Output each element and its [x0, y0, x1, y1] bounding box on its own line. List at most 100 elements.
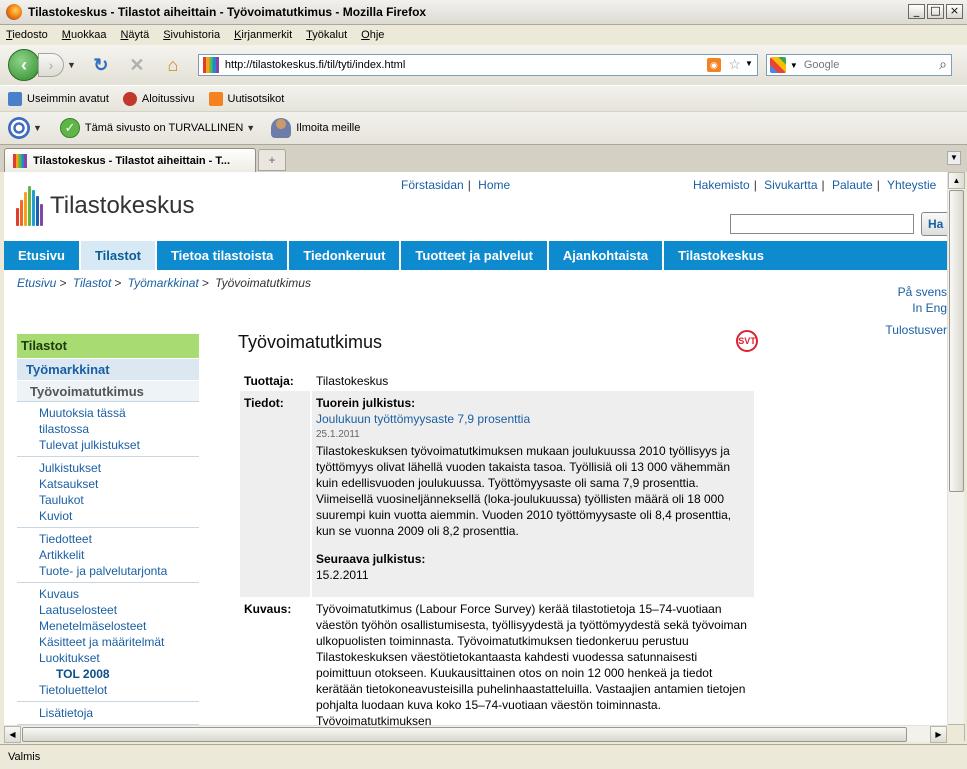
bookmark-label: Useimmin avatut	[27, 92, 109, 105]
sidebar-link[interactable]: Kuvaus	[39, 586, 199, 602]
nav-tietoa-tilastoista[interactable]: Tietoa tilastoista	[157, 241, 290, 270]
person-icon	[271, 118, 292, 138]
sidebar-item-tyovoimatutkimus[interactable]: Työvoimatutkimus	[17, 380, 199, 402]
url-text[interactable]: http://tilastokeskus.fi/til/tyti/index.h…	[225, 59, 405, 71]
horizontal-scroll-thumb[interactable]	[22, 727, 907, 742]
menu-tiedosto[interactable]: Tiedosto	[6, 29, 48, 41]
info-label: Tiedot:	[240, 391, 310, 597]
new-tab-button[interactable]: +	[258, 149, 286, 171]
sidebar-link[interactable]: Tulevat julkistukset	[39, 437, 199, 453]
menu-sivuhistoria[interactable]: Sivuhistoria	[163, 29, 220, 41]
sidebar-link[interactable]: Julkistukset	[39, 460, 199, 476]
site-favicon-icon	[202, 57, 219, 73]
bookmark-start-page[interactable]: Aloitussivu	[122, 91, 195, 106]
window-controls: _ □ ×	[908, 4, 963, 19]
vertical-scrollbar[interactable]: ▲ ▼	[947, 172, 965, 741]
toplink-palaute[interactable]: Palaute	[832, 178, 873, 192]
scroll-left-icon[interactable]: ◀	[4, 726, 21, 743]
google-icon[interactable]	[769, 57, 786, 73]
wot-status[interactable]: Tämä sivusto on TURVALLINEN	[85, 122, 243, 134]
breadcrumb-current: Työvoimatutkimus	[215, 276, 311, 290]
menu-kirjanmerkit[interactable]: Kirjanmerkit	[234, 29, 292, 41]
reload-icon[interactable]: ↻	[90, 54, 112, 76]
bookmark-news[interactable]: Uutisotsikot	[208, 91, 284, 106]
wot-status-dropdown-icon[interactable]: ▼	[246, 123, 255, 133]
breadcrumb-tilastot[interactable]: Tilastot	[73, 276, 112, 290]
sidebar-link[interactable]: Laatuselosteet	[39, 602, 199, 618]
producer-value: Tilastokeskus	[316, 374, 389, 388]
lang-english-link[interactable]: In Eng	[898, 300, 947, 316]
forward-button[interactable]: ›	[38, 53, 64, 77]
stop-icon[interactable]: ✕	[126, 54, 148, 76]
site-search-input[interactable]	[730, 214, 914, 234]
wot-icon[interactable]	[8, 117, 30, 139]
scroll-right-icon[interactable]: ▶	[930, 726, 947, 743]
sidebar-group: Julkistukset Katsaukset Taulukot Kuviot	[17, 457, 199, 528]
latest-release-date: 25.1.2011	[316, 429, 360, 440]
close-button[interactable]: ×	[946, 4, 963, 19]
url-bar[interactable]: http://tilastokeskus.fi/til/tyti/index.h…	[197, 54, 758, 76]
sidebar-link[interactable]: Lisätietoja	[39, 705, 199, 721]
site-logo[interactable]: Tilastokeskus	[14, 186, 195, 226]
search-box[interactable]: ▼ Google ⌕	[765, 54, 952, 76]
home-icon[interactable]: ⌂	[162, 54, 184, 76]
search-engine-dropdown-icon[interactable]: ▼	[790, 61, 798, 70]
nav-ajankohtaista[interactable]: Ajankohtaista	[549, 241, 665, 270]
sidebar-heading[interactable]: Tilastot	[17, 334, 199, 358]
menu-tyokalut[interactable]: Työkalut	[306, 29, 347, 41]
nav-tuotteet-ja-palvelut[interactable]: Tuotteet ja palvelut	[401, 241, 549, 270]
search-placeholder[interactable]: Google	[804, 59, 839, 71]
svt-badge-icon[interactable]: SVT	[736, 330, 758, 352]
sidebar-link[interactable]: Artikkelit	[39, 547, 199, 563]
sidebar-link[interactable]: tilastossa	[39, 421, 199, 437]
minimize-button[interactable]: _	[908, 4, 925, 19]
tab-list-icon[interactable]: ▼	[947, 151, 961, 165]
menu-nayta[interactable]: Näytä	[120, 29, 149, 41]
sidebar-link[interactable]: Menetelmäselosteet	[39, 618, 199, 634]
bookmark-most-visited[interactable]: Useimmin avatut	[8, 91, 109, 106]
menu-ohje[interactable]: Ohje	[361, 29, 384, 41]
vertical-scroll-thumb[interactable]	[949, 190, 964, 492]
search-icon[interactable]: ⌕	[939, 56, 947, 73]
menu-muokkaa[interactable]: Muokkaa	[62, 29, 107, 41]
rss-feed-icon[interactable]: ◉	[706, 58, 721, 72]
language-links: På svens In Eng	[898, 284, 947, 316]
back-button[interactable]: ‹	[8, 49, 40, 81]
nav-tiedonkeruut[interactable]: Tiedonkeruut	[289, 241, 402, 270]
bookmark-star-icon[interactable]: ☆	[728, 56, 741, 73]
toplink-forstasidan[interactable]: Förstasidan	[401, 178, 464, 192]
sidebar-link[interactable]: Luokitukset	[39, 650, 199, 666]
url-dropdown-icon[interactable]: ▼	[745, 59, 753, 68]
sidebar-link[interactable]: Käsitteet ja määritelmät	[39, 634, 199, 650]
nav-tilastot[interactable]: Tilastot	[80, 241, 157, 270]
toplink-home[interactable]: Home	[478, 178, 510, 192]
sidebar-link[interactable]: Muutoksia tässä	[39, 405, 199, 421]
sidebar-link[interactable]: Taulukot	[39, 492, 199, 508]
sidebar-link[interactable]: Kuviot	[39, 508, 199, 524]
scroll-up-icon[interactable]: ▲	[948, 172, 965, 189]
sidebar-link-tol[interactable]: TOL 2008	[39, 666, 199, 682]
report-link[interactable]: Ilmoita meille	[296, 122, 360, 134]
lang-swedish-link[interactable]: På svens	[898, 284, 947, 300]
breadcrumb-etusivu[interactable]: Etusivu	[17, 276, 56, 290]
site-search-button[interactable]: Ha	[921, 212, 947, 236]
sidebar-item-tyomarkkinat[interactable]: Työmarkkinat	[17, 358, 199, 380]
print-version-link[interactable]: Tulostusver	[885, 323, 947, 337]
sidebar-link[interactable]: Tietoluettelot	[39, 682, 199, 698]
toplink-sivukartta[interactable]: Sivukartta	[764, 178, 817, 192]
sidebar-link[interactable]: Tuote- ja palvelutarjonta	[39, 563, 199, 579]
toplink-hakemisto[interactable]: Hakemisto	[693, 178, 750, 192]
sidebar-link[interactable]: Katsaukset	[39, 476, 199, 492]
nav-tilastokeskus[interactable]: Tilastokeskus	[664, 241, 947, 270]
nav-etusivu[interactable]: Etusivu	[4, 241, 81, 270]
tab-tilastokeskus[interactable]: Tilastokeskus - Tilastot aiheittain - T.…	[4, 148, 256, 172]
breadcrumb-tyomarkkinat[interactable]: Työmarkkinat	[128, 276, 199, 290]
page-viewport: Tilastokeskus Förstasidan | Home Hakemist…	[4, 172, 947, 741]
toplink-yhteystiedot[interactable]: Yhteystie	[887, 178, 936, 192]
sidebar-link[interactable]: Tiedotteet	[39, 531, 199, 547]
maximize-button[interactable]: □	[927, 4, 944, 19]
latest-release-link[interactable]: Joulukuun työttömyysaste 7,9 prosenttia	[316, 411, 750, 427]
wot-dropdown-icon[interactable]: ▼	[33, 123, 42, 133]
history-dropdown-icon[interactable]: ▼	[67, 60, 76, 70]
horizontal-scrollbar[interactable]: ◀ ▶	[4, 725, 947, 743]
